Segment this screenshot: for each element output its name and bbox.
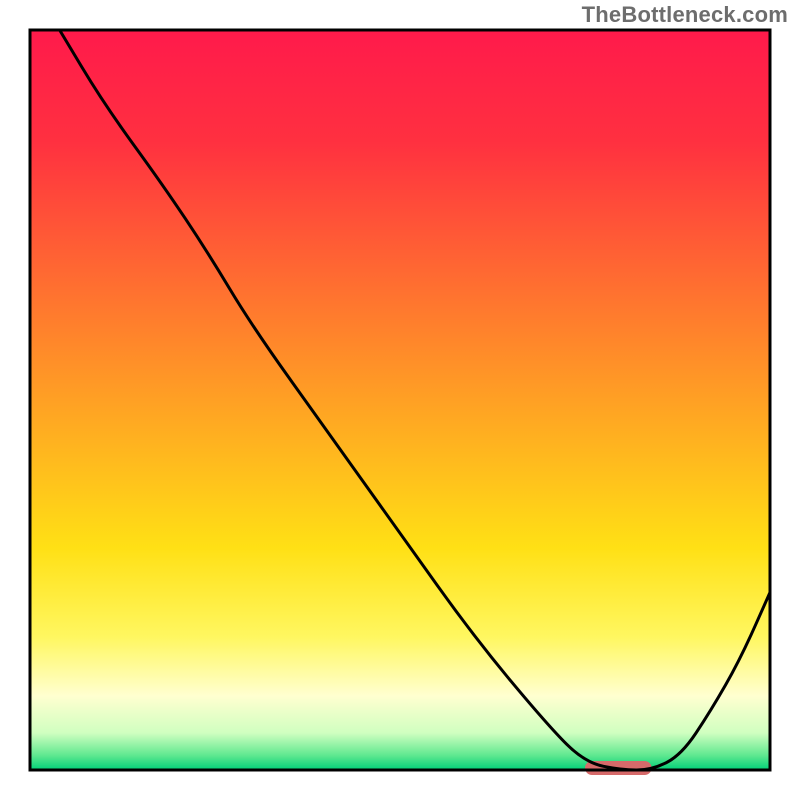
chart-container: TheBottleneck.com — [0, 0, 800, 800]
watermark-text: TheBottleneck.com — [582, 2, 788, 28]
gradient-background — [30, 30, 770, 770]
bottleneck-chart — [0, 0, 800, 800]
